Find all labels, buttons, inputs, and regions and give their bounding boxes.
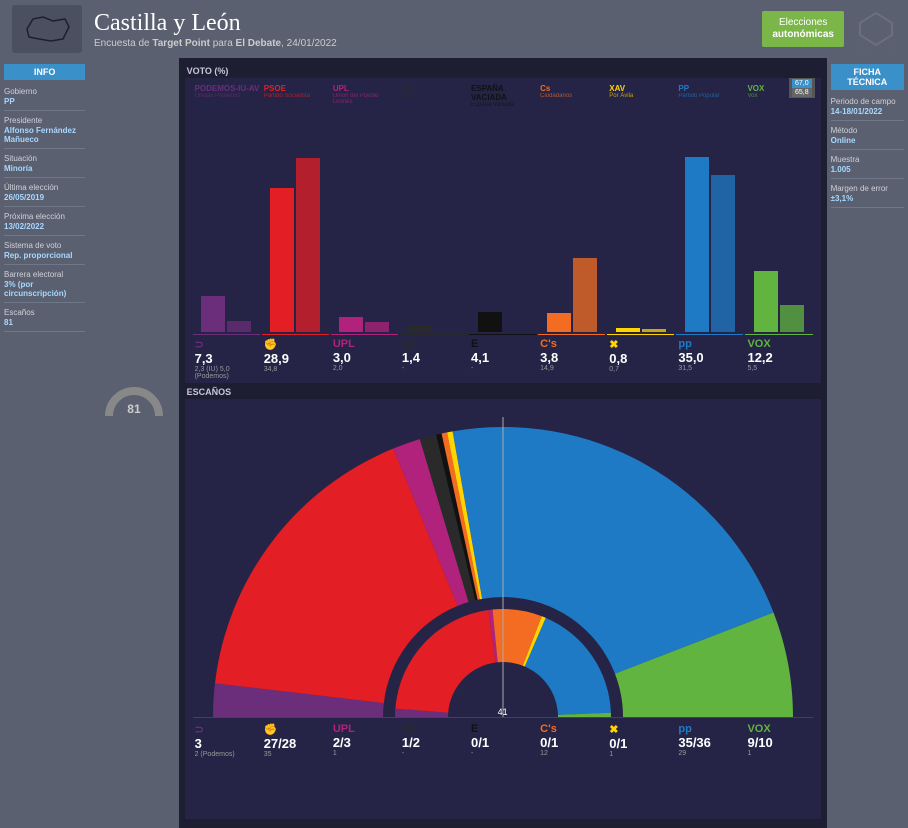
vote-cell: VOX12,25,5	[745, 334, 812, 380]
vote-bar-now	[616, 328, 640, 332]
party-column: XAVPor Ávila	[607, 82, 674, 332]
ficha-header: FICHA TÉCNICA	[831, 64, 904, 90]
party-column: PODEMOS-IU-AVUnidas Podemos	[193, 82, 260, 332]
seats-gauge-column: 81	[89, 58, 178, 828]
title-block: Castilla y León Encuesta de Target Point…	[94, 10, 762, 49]
vote-bar-prev	[711, 175, 735, 333]
region-map-thumb	[12, 5, 82, 53]
vote-cell: sy1,4-	[400, 334, 467, 380]
vote-cell: C's3,814,9	[538, 334, 605, 380]
majority-marker: 41	[498, 707, 508, 717]
svg-text:electograph: electograph	[858, 48, 895, 49]
header-bar: Castilla y León Encuesta de Target Point…	[0, 0, 908, 58]
seat-cell: ✊27/2835	[262, 720, 329, 758]
seat-cell: E0/1-	[469, 720, 536, 758]
vote-bar-now	[408, 325, 432, 332]
vote-bar-prev	[573, 258, 597, 333]
vote-bar-now	[201, 296, 225, 333]
vote-bar-prev	[296, 158, 320, 332]
voto-label: VOTO (%)	[187, 66, 821, 76]
seat-cell: VOX9/101	[745, 720, 812, 758]
vote-chart-panel: 67,0 65,8 PODEMOS-IU-AVUnidas Podemos PS…	[185, 78, 821, 383]
party-column: ESPAÑA VACIADAEspaña Vaciada	[469, 82, 536, 332]
vote-cell: ✖0,80,7	[607, 334, 674, 380]
total-seats: 81	[127, 402, 140, 416]
vote-bar-prev	[365, 322, 389, 332]
vote-bar-now	[754, 271, 778, 332]
vote-cell: E4,1-	[469, 334, 536, 380]
party-column: PSOEPartido Socialista	[262, 82, 329, 332]
side-item: Muestra1.005	[831, 152, 904, 179]
side-item: MétodoOnline	[831, 123, 904, 150]
party-column: CsCiudadanos	[538, 82, 605, 332]
seat-cell: ✖0/11	[607, 720, 674, 758]
side-item: Sistema de votoRep. proporcional	[4, 238, 85, 265]
info-sidebar: INFO GobiernoPPPresidenteAlfonso Fernánd…	[0, 58, 89, 828]
vote-cell: ⊃7,32,3 (IU) 5,0 (Podemos)	[193, 334, 260, 380]
seats-chart-panel: 41 ⊃32 (Podemos)✊27/2835UPL2/31sy1/2-E0/…	[185, 399, 821, 819]
party-column: VOXVox	[745, 82, 812, 332]
vote-bar-prev	[642, 329, 666, 333]
side-item: Escaños81	[4, 305, 85, 332]
escanos-label: ESCAÑOS	[187, 387, 821, 397]
side-item: Periodo de campo14-18/01/2022	[831, 94, 904, 121]
vote-bar-now	[339, 317, 363, 332]
vote-bar-prev	[780, 305, 804, 333]
vote-cell: pp35,031,5	[676, 334, 743, 380]
party-column: UPLUnión del Pueblo Leonés	[331, 82, 398, 332]
side-item: GobiernoPP	[4, 84, 85, 111]
side-item: Margen de error±3,1%	[831, 181, 904, 208]
vote-cell: ✊28,934,8	[262, 334, 329, 380]
seat-cell: ⊃32 (Podemos)	[193, 720, 260, 758]
subtitle: Encuesta de Target Point para El Debate,…	[94, 38, 762, 49]
party-column: PPPartido Popular	[676, 82, 743, 332]
side-item: Próxima elección13/02/2022	[4, 209, 85, 236]
side-item: PresidenteAlfonso Fernández Mañueco	[4, 113, 85, 149]
seat-cell: UPL2/31	[331, 720, 398, 758]
vote-bar-now	[270, 188, 294, 333]
party-column: SYSoria ¡Ya!	[400, 82, 467, 332]
vote-bar-prev	[227, 321, 251, 333]
vote-bar-now	[478, 312, 502, 333]
info-header: INFO	[4, 64, 85, 80]
side-item: Barrera electoral3% (por circunscripción…	[4, 267, 85, 303]
seat-cell: pp35/3629	[676, 720, 743, 758]
page-title: Castilla y León	[94, 10, 762, 37]
side-item: SituaciónMinoría	[4, 151, 85, 178]
site-logo: electograph	[856, 9, 896, 49]
seat-cell: C's0/112	[538, 720, 605, 758]
seat-cell: sy1/2-	[400, 720, 467, 758]
vote-bar-now	[547, 313, 571, 332]
election-type-badge: Elecciones autonómicas	[762, 11, 844, 47]
vote-cell: UPL3,02,0	[331, 334, 398, 380]
side-item: Última elección26/05/2019	[4, 180, 85, 207]
vote-bar-now	[685, 157, 709, 332]
ficha-sidebar: FICHA TÉCNICA Periodo de campo14-18/01/2…	[827, 58, 908, 828]
